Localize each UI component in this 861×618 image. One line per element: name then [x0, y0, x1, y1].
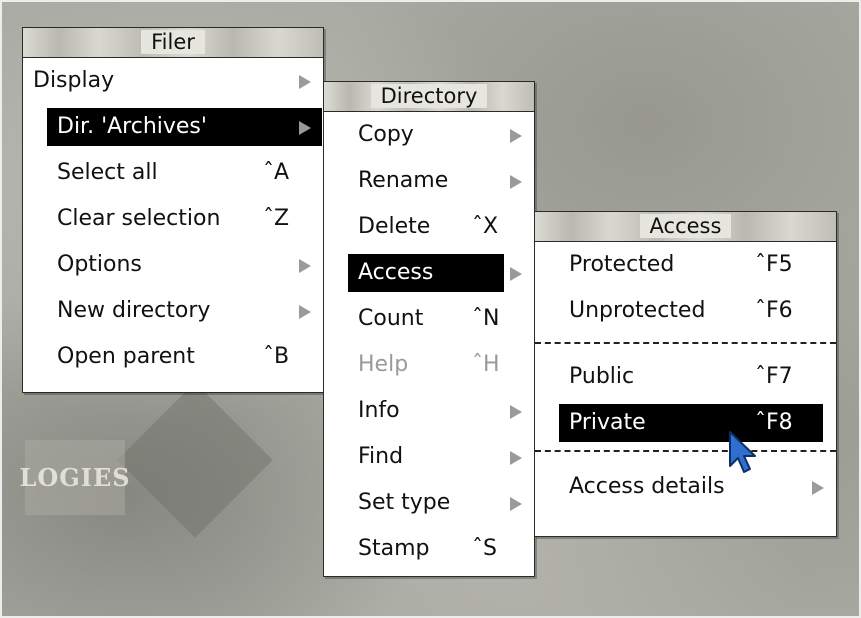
menu-item-dir-archives[interactable]: Dir. 'Archives' [23, 104, 323, 150]
menu-item-label: Info [358, 398, 400, 423]
menu-title: Filer [23, 28, 323, 58]
menu-item-shortcut: ˆS [472, 536, 497, 561]
submenu-arrow-icon [299, 259, 311, 273]
submenu-arrow-icon [510, 497, 522, 511]
menu-item-label: Find [358, 444, 404, 469]
menu-item-clear-selection[interactable]: Clear selection ˆZ [23, 196, 323, 242]
menu-item-public[interactable]: Public ˆF7 [535, 354, 836, 400]
menu-item-shortcut: ˆN [472, 306, 500, 331]
menu-item-copy[interactable]: Copy [324, 112, 534, 158]
menu-item-label: Copy [358, 122, 414, 147]
mouse-pointer-icon [729, 431, 756, 473]
menu-item-open-parent[interactable]: Open parent ˆB [23, 334, 323, 380]
menu-separator [535, 450, 836, 452]
menu-item-label: Unprotected [569, 298, 706, 323]
menu-item-protected[interactable]: Protected ˆF5 [535, 242, 836, 288]
menu-item-find[interactable]: Find [324, 434, 534, 480]
menu-item-stamp[interactable]: Stamp ˆS [324, 526, 534, 572]
menu-item-access[interactable]: Access [324, 250, 534, 296]
filer-menu: Filer Display Dir. 'Archives' Select all… [22, 27, 324, 393]
menu-title: Access [535, 212, 836, 242]
menu-item-label: Set type [358, 490, 451, 515]
background-diamond-graphic [117, 382, 273, 538]
menu-item-label: Protected [569, 252, 675, 277]
menu-separator [535, 342, 836, 344]
directory-menu: Directory Copy Rename Delete ˆX Access C… [323, 81, 535, 577]
menu-item-label: Access [358, 260, 434, 285]
menu-item-options[interactable]: Options [23, 242, 323, 288]
menu-item-help[interactable]: Help ˆH [324, 342, 534, 388]
menu-item-access-details[interactable]: Access details [535, 464, 836, 510]
menu-item-display[interactable]: Display [23, 58, 323, 104]
submenu-arrow-icon [299, 75, 311, 89]
menu-item-label: New directory [57, 298, 211, 323]
menu-item-shortcut: ˆX [472, 214, 499, 239]
menu-item-private[interactable]: Private ˆF8 [535, 400, 836, 446]
menu-item-shortcut: ˆF7 [755, 364, 793, 389]
menu-item-shortcut: ˆZ [263, 206, 290, 231]
menu-title: Directory [324, 82, 534, 112]
menu-item-new-directory[interactable]: New directory [23, 288, 323, 334]
menu-item-label: Rename [358, 168, 449, 193]
menu-item-shortcut: ˆF6 [755, 298, 793, 323]
menu-item-label: Options [57, 252, 142, 277]
menu-item-delete[interactable]: Delete ˆX [324, 204, 534, 250]
menu-item-label: Delete [358, 214, 431, 239]
menu-item-label: Private [569, 410, 646, 435]
submenu-arrow-icon [510, 129, 522, 143]
menu-item-label: Access details [569, 474, 725, 499]
menu-item-shortcut: ˆA [263, 160, 290, 185]
menu-item-info[interactable]: Info [324, 388, 534, 434]
menu-item-shortcut: ˆF5 [755, 252, 793, 277]
menu-item-label: Display [33, 68, 115, 93]
menu-item-set-type[interactable]: Set type [324, 480, 534, 526]
submenu-arrow-icon [510, 267, 522, 281]
menu-item-label: Count [358, 306, 424, 331]
background-logo-text: LOGIES [19, 440, 130, 515]
menu-item-label: Select all [57, 160, 158, 185]
menu-item-label: Public [569, 364, 635, 389]
menu-item-label: Stamp [358, 536, 430, 561]
menu-item-select-all[interactable]: Select all ˆA [23, 150, 323, 196]
submenu-arrow-icon [299, 121, 311, 135]
menu-item-label: Help [358, 352, 409, 377]
menu-item-shortcut: ˆB [263, 344, 290, 369]
menu-item-unprotected[interactable]: Unprotected ˆF6 [535, 288, 836, 334]
menu-item-count[interactable]: Count ˆN [324, 296, 534, 342]
menu-item-label: Open parent [57, 344, 195, 369]
submenu-arrow-icon [510, 451, 522, 465]
menu-item-label: Dir. 'Archives' [57, 114, 207, 139]
submenu-arrow-icon [299, 305, 311, 319]
access-menu: Access Protected ˆF5 Unprotected ˆF6 Pub… [534, 211, 837, 537]
menu-item-rename[interactable]: Rename [324, 158, 534, 204]
submenu-arrow-icon [812, 481, 824, 495]
submenu-arrow-icon [510, 175, 522, 189]
menu-item-shortcut: ˆH [472, 352, 500, 377]
menu-item-shortcut: ˆF8 [755, 410, 793, 435]
menu-item-label: Clear selection [57, 206, 221, 231]
submenu-arrow-icon [510, 405, 522, 419]
